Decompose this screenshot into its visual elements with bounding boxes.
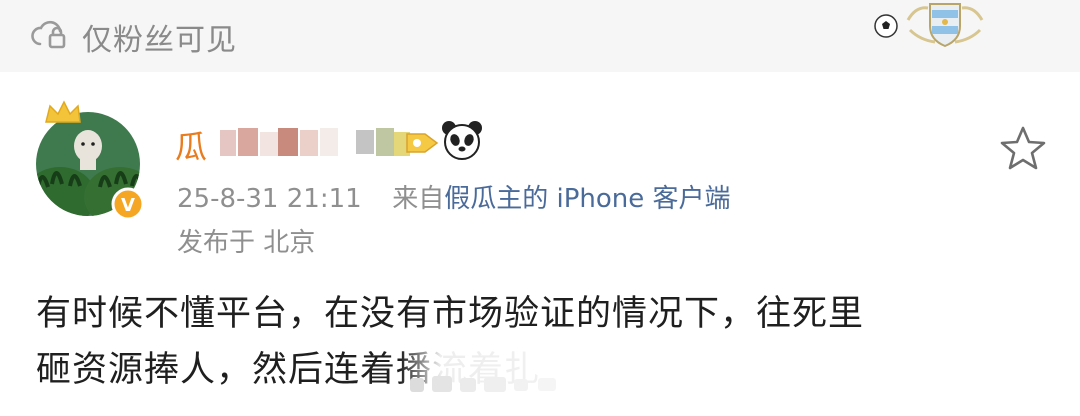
avatar[interactable]: V — [30, 92, 150, 222]
vip-arrow-icon — [406, 133, 439, 153]
privacy-bar: 仅粉丝可见 — [0, 0, 1080, 72]
crown-icon — [45, 100, 81, 123]
user-name[interactable]: 瓜 — [175, 122, 207, 168]
argentina-crest-icon — [906, 3, 984, 48]
source-prefix: 来自 — [392, 184, 445, 214]
favorite-star-icon[interactable] — [998, 124, 1048, 172]
source-client-link[interactable]: 假瓜主的 iPhone 客户端 — [444, 184, 730, 214]
blurred-name-mosaic — [220, 128, 410, 156]
panda-icon — [442, 121, 482, 160]
post-meta: 25-8-31 21:11 来自假瓜主的 iPhone 客户端 — [177, 178, 731, 215]
watermelon-avatar: V — [36, 100, 145, 221]
cloud-lock-icon — [31, 20, 66, 49]
post-body-line-1: 有时候不懂平台，在没有市场验证的情况下，往死里 — [36, 294, 865, 334]
blurred-text-tail — [410, 376, 556, 392]
post-timestamp: 25-8-31 21:11 — [177, 184, 362, 214]
post-location: 发布于 北京 — [177, 228, 316, 258]
svg-text:V: V — [121, 195, 135, 216]
privacy-label: 仅粉丝可见 — [82, 23, 237, 58]
soccer-ball-icon — [874, 14, 898, 38]
